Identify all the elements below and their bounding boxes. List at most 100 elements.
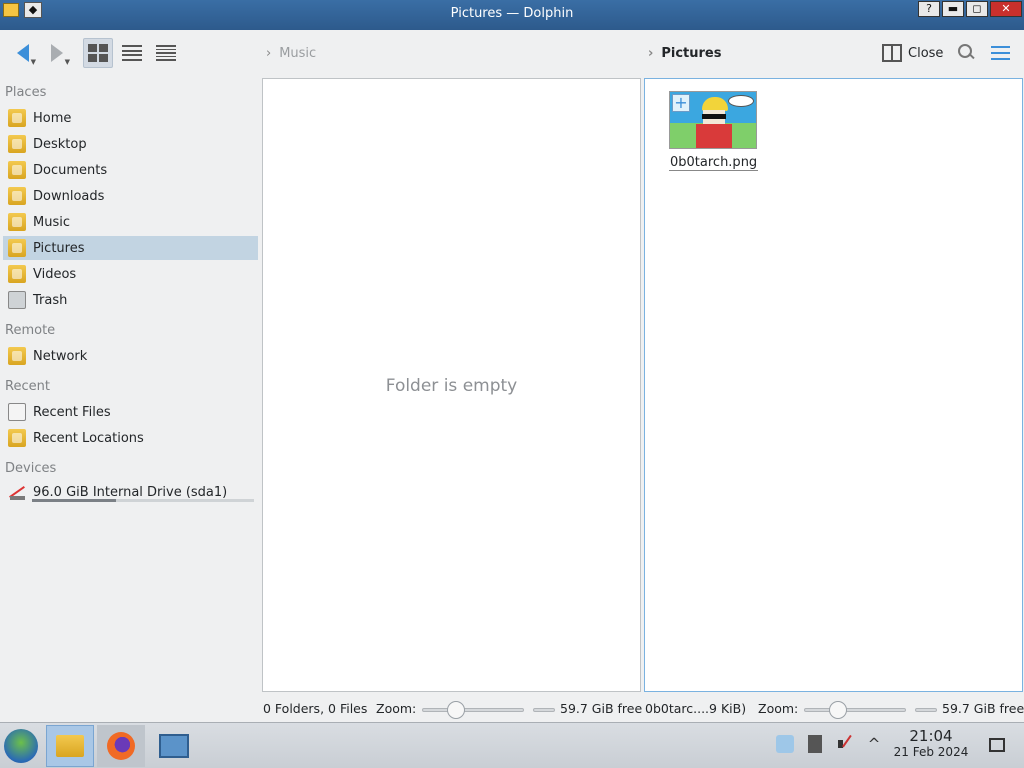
left-status-bar: 0 Folders, 0 Files Zoom: 59.7 GiB free [262, 696, 642, 720]
sidebar-item-downloads[interactable]: Downloads [3, 184, 258, 208]
details-view-icon [156, 44, 176, 62]
select-plus-icon[interactable]: + [672, 94, 690, 112]
help-button[interactable]: ? [918, 1, 940, 17]
sidebar-item-label: Music [33, 214, 70, 230]
pictures-folder-icon [8, 239, 26, 257]
right-status-summary: 0b0tarc....9 KiB) [645, 701, 747, 716]
show-desktop-button[interactable] [989, 738, 1005, 752]
task-system-settings[interactable] [150, 725, 198, 767]
forward-button[interactable]: ▼ [42, 38, 72, 68]
sidebar-item-label: Recent Files [33, 404, 111, 420]
monitor-icon [159, 734, 189, 758]
documents-folder-icon [8, 161, 26, 179]
search-icon[interactable] [958, 44, 974, 60]
file-item[interactable]: + 0b0tarch.png [669, 91, 759, 171]
left-free-space-bar [533, 708, 555, 712]
close-window-button[interactable]: ✕ [990, 1, 1022, 17]
right-zoom-slider[interactable] [804, 708, 906, 712]
task-firefox[interactable] [97, 725, 145, 767]
left-breadcrumb[interactable]: › Music [266, 46, 316, 61]
trash-icon [8, 291, 26, 309]
task-dolphin[interactable] [46, 725, 94, 767]
network-folder-icon [8, 347, 26, 365]
right-view-pane[interactable]: + 0b0tarch.png [644, 78, 1023, 692]
right-breadcrumb[interactable]: › Pictures [648, 46, 721, 61]
sidebar-item-pictures[interactable]: Pictures [3, 236, 258, 260]
clock-date: 21 Feb 2024 [893, 745, 969, 759]
chevron-right-icon: › [648, 46, 654, 61]
volume-muted-icon[interactable] [838, 735, 856, 753]
sidebar-item-recent-locations[interactable]: Recent Locations [3, 426, 258, 450]
section-header-remote: Remote [5, 323, 56, 338]
chevron-down-icon: ▼ [64, 58, 70, 66]
sidebar-item-recent-files[interactable]: Recent Files [3, 400, 258, 424]
start-menu-button[interactable] [4, 729, 38, 763]
left-free-space: 59.7 GiB free [560, 701, 643, 716]
close-split-label: Close [908, 45, 944, 61]
section-header-devices: Devices [5, 461, 57, 476]
forward-arrow-icon [51, 44, 63, 62]
left-view-pane[interactable]: Folder is empty [262, 78, 641, 692]
left-zoom-handle[interactable] [447, 701, 466, 719]
sidebar-item-label: Network [33, 348, 88, 364]
sidebar-item-network[interactable]: Network [3, 344, 258, 368]
videos-folder-icon [8, 265, 26, 283]
close-split-button[interactable]: Close [882, 44, 943, 62]
sidebar-item-label: Videos [33, 266, 77, 282]
maximize-button[interactable]: ◻ [966, 1, 988, 17]
left-status-summary: 0 Folders, 0 Files [263, 701, 368, 716]
home-folder-icon [8, 109, 26, 127]
chevron-up-icon[interactable]: ^ [865, 735, 883, 753]
icons-view-button[interactable] [83, 38, 113, 68]
compact-view-button[interactable] [117, 38, 147, 68]
details-view-button[interactable] [151, 38, 181, 68]
desktop-folder-icon [8, 135, 26, 153]
back-button[interactable]: ▼ [8, 38, 38, 68]
drive-icon [8, 483, 26, 501]
recent-files-icon [8, 403, 26, 421]
firefox-icon [107, 732, 135, 760]
sidebar-item-label: Documents [33, 162, 108, 178]
left-zoom-slider[interactable] [422, 708, 524, 712]
music-folder-icon [8, 213, 26, 231]
sidebar-item-documents[interactable]: Documents [3, 158, 258, 182]
clipboard-icon[interactable] [808, 735, 822, 753]
recent-locations-icon [8, 429, 26, 447]
icons-view-icon [88, 44, 108, 62]
split-view-icon [882, 44, 902, 62]
title-bar: ◆ Pictures — Dolphin ? ▬ ◻ ✕ [0, 0, 1024, 30]
window-title: Pictures — Dolphin [450, 6, 574, 21]
back-arrow-icon [17, 44, 29, 62]
chevron-right-icon: › [266, 46, 272, 61]
image-thumbnail[interactable]: + [669, 91, 757, 149]
sidebar-item-home[interactable]: Home [3, 106, 258, 130]
minimize-button[interactable]: ▬ [942, 1, 964, 17]
right-breadcrumb-label: Pictures [661, 46, 722, 61]
right-zoom-label: Zoom: [758, 701, 799, 716]
left-breadcrumb-label: Music [279, 46, 317, 61]
window-buttons: ? ▬ ◻ ✕ [918, 1, 1022, 17]
section-header-recent: Recent [5, 379, 50, 394]
sidebar-item-trash[interactable]: Trash [3, 288, 258, 312]
sidebar-item-videos[interactable]: Videos [3, 262, 258, 286]
drive-usage-bar [32, 499, 254, 502]
section-header-places: Places [5, 85, 47, 100]
sidebar-item-label: 96.0 GiB Internal Drive (sda1) [33, 484, 228, 500]
sidebar-item-music[interactable]: Music [3, 210, 258, 234]
right-zoom-handle[interactable] [829, 701, 848, 719]
sidebar-item-desktop[interactable]: Desktop [3, 132, 258, 156]
notifications-icon[interactable] [776, 735, 794, 753]
clock[interactable]: 21:04 21 Feb 2024 [888, 727, 974, 759]
right-free-space: 59.7 GiB free [942, 701, 1024, 716]
compact-view-icon [122, 44, 142, 62]
sidebar-item-label: Trash [33, 292, 68, 308]
taskbar: ^ 21:04 21 Feb 2024 [0, 722, 1024, 768]
clock-time: 21:04 [909, 727, 953, 745]
toolbar: ▼ ▼ › Music › Pictures [0, 30, 1024, 76]
places-sidebar: Places Home Desktop Documents Downloads … [0, 80, 262, 690]
hamburger-menu-icon[interactable] [991, 46, 1010, 60]
empty-folder-message: Folder is empty [385, 376, 518, 396]
sidebar-item-label: Home [33, 110, 72, 126]
sidebar-item-label: Pictures [33, 240, 85, 256]
right-status-bar: 0b0tarc....9 KiB) Zoom: 59.7 GiB free [644, 696, 1024, 720]
